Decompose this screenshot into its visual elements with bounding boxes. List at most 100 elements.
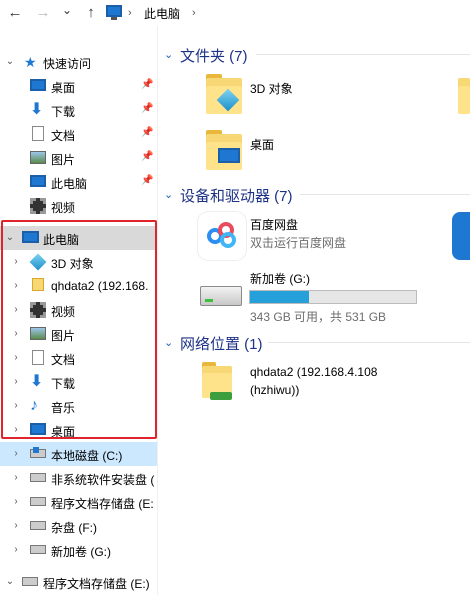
chevron-down-icon[interactable]: ⌄ [4,575,16,589]
folder-icon[interactable] [458,74,470,114]
chevron-right-icon[interactable]: › [10,447,22,461]
chevron-right-icon[interactable]: › [10,399,22,413]
breadcrumb-separator[interactable]: › [128,7,132,19]
chevron-down-icon[interactable]: ⌄ [4,231,16,245]
folder-item-desktop[interactable]: 桌面 [202,126,352,176]
network-drive-icon [32,278,44,291]
tree-item-network-qhdata2[interactable]: › qhdata2 (192.168. [0,274,157,298]
tree-item-drive-e-root[interactable]: ⌄ 程序文档存储盘 (E:) [0,570,157,594]
app-icon[interactable] [452,212,470,260]
tree-item-label: 文档 [51,353,76,367]
group-divider [300,194,470,195]
group-divider [256,54,470,55]
tree-item-drive-f[interactable]: › 杂盘 (F:) [0,514,157,538]
chevron-right-icon[interactable]: › [10,279,22,293]
pin-icon: 📌 [141,79,154,90]
picture-icon [30,327,46,340]
chevron-right-icon[interactable]: › [10,495,22,509]
device-item-baidu-netdisk[interactable]: 百度网盘 双击运行百度网盘 [198,210,458,264]
item-sublabel: 343 GB 可用，共 531 GB [250,310,387,324]
chevron-right-icon[interactable]: › [10,471,22,485]
chevron-down-icon[interactable]: ⌄ [4,55,16,69]
tree-item-local-disk-c[interactable]: › 本地磁盘 (C:) [0,442,157,466]
tree-item-drive-d[interactable]: › 非系统软件安装盘 ( [0,466,157,490]
tree-item-pictures[interactable]: › 图片 [0,322,157,346]
breadcrumb-this-pc[interactable]: 此电脑 [144,5,180,22]
recent-locations-chevron-icon[interactable]: ⌄ [58,1,76,19]
tree-item-label: 本地磁盘 (C:) [51,449,123,463]
tree-item-quick-desktop[interactable]: 桌面 📌 [0,74,157,98]
tree-item-label: 桌面 [51,81,76,95]
drive-icon [22,577,38,586]
tree-item-quick-downloads[interactable]: ⬇ 下载 📌 [0,98,157,122]
windows-logo-icon [33,447,39,453]
chevron-right-icon[interactable]: › [10,351,22,365]
computer-icon [30,175,46,187]
navigation-bar: ← → ⌄ ↑ › 此电脑 › [0,0,470,26]
device-item-drive-g[interactable]: 新加卷 (G:) 343 GB 可用，共 531 GB [198,270,462,324]
tree-item-label: 此电脑 [51,177,88,191]
tree-item-quick-documents[interactable]: 文档 📌 [0,122,157,146]
music-note-icon: ♪ [30,397,38,414]
tree-item-desktop[interactable]: › 桌面 [0,418,157,442]
forward-arrow-icon[interactable]: → [34,4,52,22]
star-icon: ★ [24,54,37,70]
tree-item-quick-videos[interactable]: 视频 [0,194,157,218]
chevron-right-icon[interactable]: › [10,519,22,533]
tree-item-label: 图片 [51,329,76,343]
pin-icon: 📌 [141,103,154,114]
tree-item-downloads[interactable]: › ⬇ 下载 [0,370,157,394]
group-title: 设备和驱动器 (7) [180,188,293,205]
group-divider [268,342,470,343]
up-arrow-icon[interactable]: ↑ [82,4,100,22]
chevron-down-icon[interactable]: ⌄ [164,336,173,349]
baidu-netdisk-icon [198,212,246,260]
item-label: 百度网盘 [250,218,299,232]
download-icon: ⬇ [30,373,44,390]
chevron-right-icon[interactable]: › [10,327,22,341]
pin-icon: 📌 [141,127,154,138]
desktop-folder-icon [206,130,242,170]
tree-item-label: 非系统软件安装盘 ( [51,473,155,487]
computer-icon [22,231,39,243]
breadcrumb-separator[interactable]: › [192,7,196,19]
network-drive-folder-icon [202,362,232,400]
chevron-right-icon[interactable]: › [10,375,22,389]
chevron-down-icon[interactable]: ⌄ [164,188,173,201]
chevron-right-icon[interactable]: › [10,255,22,269]
download-icon: ⬇ [30,101,44,118]
group-header-folders[interactable]: ⌄ 文件夹 (7) [164,42,470,66]
tree-item-music[interactable]: › ♪ 音乐 [0,394,157,418]
tree-item-3d-objects[interactable]: › 3D 对象 [0,250,157,274]
document-icon [32,350,44,365]
chevron-right-icon[interactable]: › [10,423,22,437]
tree-item-label: 杂盘 (F:) [51,521,97,535]
back-arrow-icon[interactable]: ← [6,4,24,22]
drive-icon [30,473,46,482]
item-label: 3D 对象 [250,82,293,96]
folder-item-3d-objects[interactable]: 3D 对象 [202,70,352,120]
drive-icon [200,286,242,306]
address-bar[interactable]: › 此电脑 › [104,2,470,24]
tree-item-label: 快速访问 [43,57,92,71]
chevron-right-icon[interactable]: › [10,303,22,317]
tree-item-quick-this-pc[interactable]: 此电脑 📌 [0,170,157,194]
tree-item-documents[interactable]: › 文档 [0,346,157,370]
tree-item-label: 视频 [51,201,76,215]
tree-item-label: 图片 [51,153,76,167]
tree-item-quick-pictures[interactable]: 图片 📌 [0,146,157,170]
tree-item-drive-e[interactable]: › 程序文档存储盘 (E: [0,490,157,514]
tree-item-this-pc[interactable]: ⌄ 此电脑 [0,226,157,250]
tree-item-drive-g[interactable]: › 新加卷 (G:) [0,538,157,562]
tree-item-videos[interactable]: › 视频 [0,298,157,322]
drive-icon [30,545,46,554]
tree-item-label: 视频 [51,305,76,319]
pin-icon: 📌 [141,175,154,186]
chevron-down-icon[interactable]: ⌄ [164,48,173,61]
group-header-devices[interactable]: ⌄ 设备和驱动器 (7) [164,182,470,206]
chevron-right-icon[interactable]: › [10,543,22,557]
group-header-network[interactable]: ⌄ 网络位置 (1) [164,330,470,354]
network-item-qhdata2[interactable]: qhdata2 (192.168.4.108 (hzhiwu)) [198,356,458,408]
video-icon [30,302,46,318]
tree-item-quick-access[interactable]: ⌄ ★ 快速访问 [0,50,157,74]
